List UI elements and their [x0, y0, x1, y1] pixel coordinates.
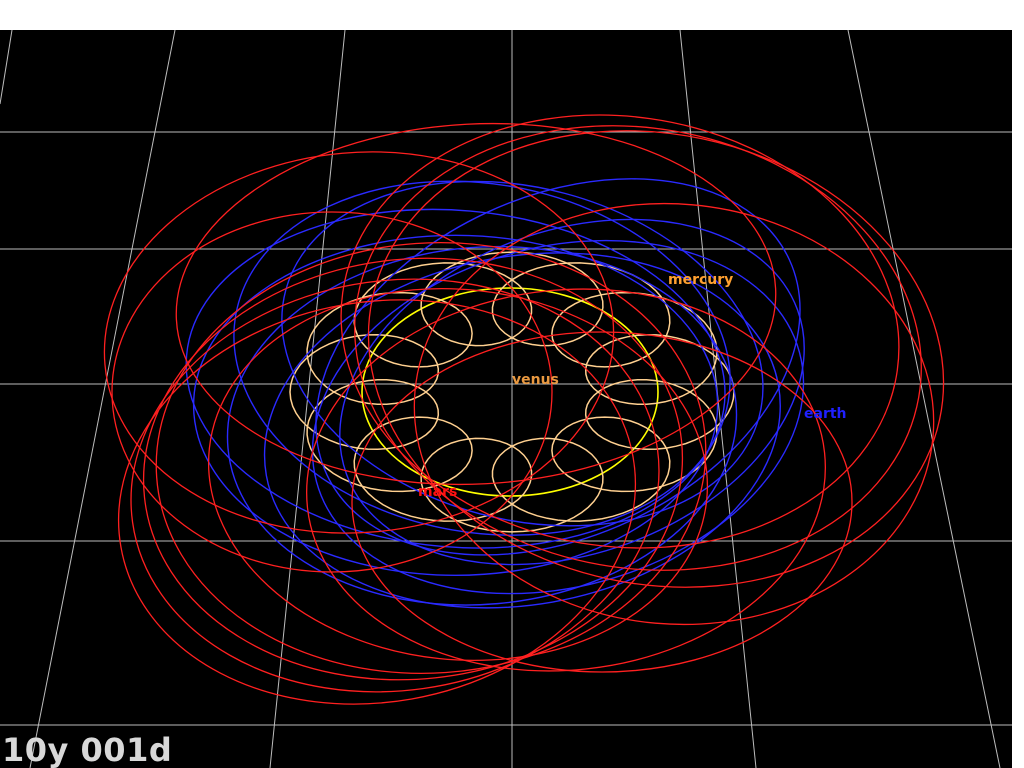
elapsed-time-readout: 10y 001d	[2, 731, 173, 768]
planet-label-mars: mars	[418, 484, 457, 500]
orbit-red-trail	[351, 331, 853, 673]
planet-label-earth: earth	[804, 406, 847, 422]
orbit-red-trail	[306, 288, 826, 672]
orbit-red-trail	[413, 202, 935, 626]
planet-label-mercury: mercury	[668, 272, 733, 288]
planet-label-venus: venus	[512, 372, 559, 388]
orbit-scene[interactable]: venus mercury earth mars	[0, 30, 1012, 768]
grid-line-vertical	[847, 30, 1001, 768]
orbit-sun-ellipse	[361, 287, 659, 497]
orrery-app: venus mercury earth mars 10y 001d	[0, 0, 1024, 768]
window-top-bar	[0, 0, 1024, 30]
window-side-gap	[1012, 30, 1024, 768]
perspective-grid	[0, 30, 1012, 768]
orbit-earth-trail	[315, 178, 801, 556]
grid-line-vertical	[0, 30, 13, 105]
grid-line-vertical	[29, 30, 176, 768]
orbit-red-trail	[340, 114, 900, 549]
3d-viewport[interactable]: venus mercury earth mars 10y 001d	[0, 30, 1012, 768]
orbit-trails	[103, 114, 945, 705]
orbit-red-trail	[142, 257, 684, 681]
orbit-red-trail	[111, 211, 553, 573]
